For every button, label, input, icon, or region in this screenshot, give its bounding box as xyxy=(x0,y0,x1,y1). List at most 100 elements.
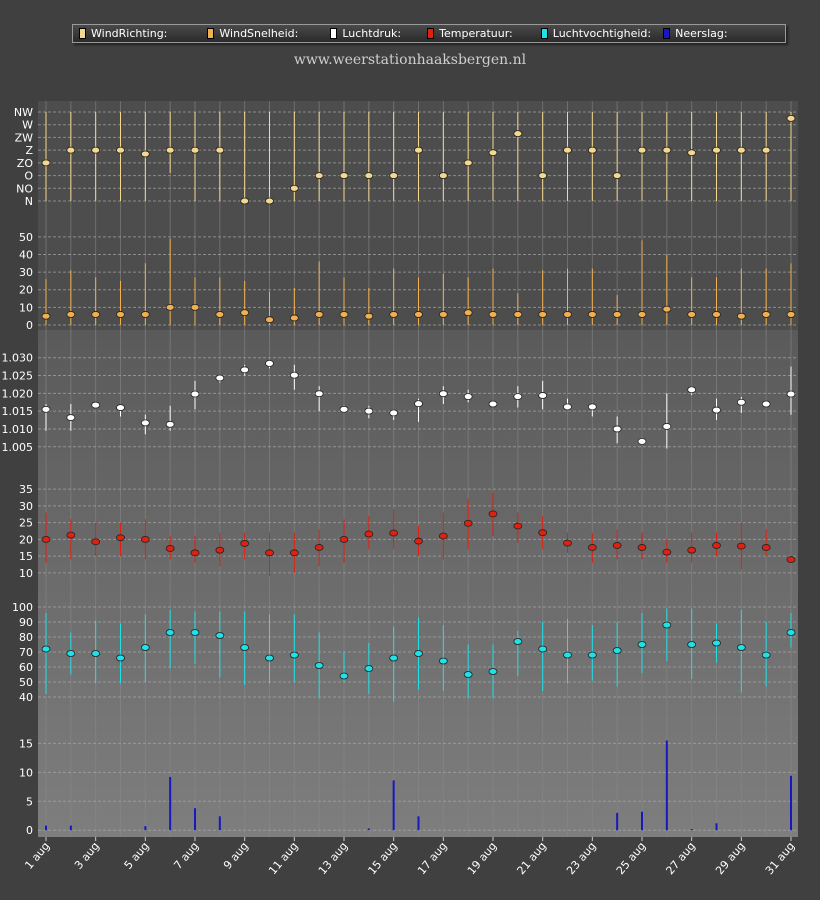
windrichting-point xyxy=(736,146,746,154)
luchtvochtigheid-point xyxy=(240,644,250,651)
neerslag-bar xyxy=(169,776,172,831)
y-tick-label: NO xyxy=(16,182,33,195)
windsnelheid-point xyxy=(712,311,721,318)
y-tick-label: 15 xyxy=(19,737,33,750)
windrichting-point xyxy=(339,172,349,179)
luchtdruk-point xyxy=(662,423,672,430)
luchtvochtigheid-point xyxy=(414,650,423,657)
luchtdruk-point xyxy=(265,359,274,367)
windsnelheid-point xyxy=(587,311,597,318)
luchtdruk-point xyxy=(488,400,498,408)
luchtdruk-point xyxy=(786,390,796,398)
y-tick-label: 1.020 xyxy=(2,387,34,400)
windsnelheid-point xyxy=(488,311,498,318)
windsnelheid-point xyxy=(513,311,523,318)
luchtdruk-point xyxy=(389,409,399,417)
temperatuur-point xyxy=(563,539,572,547)
windsnelheid-point xyxy=(736,312,746,320)
windrichting-point xyxy=(414,146,423,154)
luchtdruk-point xyxy=(215,374,225,382)
x-tick-label: 3 aug xyxy=(72,840,102,872)
x-tick-label: 19 aug xyxy=(465,840,500,878)
windsnelheid-point xyxy=(140,311,150,318)
temperatuur-point xyxy=(289,549,299,557)
windsnelheid-point xyxy=(165,303,175,311)
luchtdruk-point xyxy=(612,425,622,433)
luchtvochtigheid-point xyxy=(687,641,697,648)
neerslag-bar xyxy=(417,816,420,831)
luchtdruk-point xyxy=(190,390,200,398)
x-tick-label: 11 aug xyxy=(266,840,301,878)
windrichting-point xyxy=(364,172,374,179)
temperatuur-point xyxy=(538,529,548,537)
windsnelheid-point xyxy=(612,311,622,318)
windrichting-point xyxy=(712,146,721,154)
luchtdruk-point xyxy=(66,414,76,421)
y-tick-label: 60 xyxy=(19,661,33,674)
temperatuur-point xyxy=(761,544,771,551)
windrichting-point xyxy=(41,159,51,167)
windrichting-point xyxy=(314,172,324,179)
y-tick-label: 50 xyxy=(19,676,33,689)
luchtvochtigheid-point xyxy=(140,644,150,651)
temperatuur-point xyxy=(314,544,324,551)
luchtvochtigheid-point xyxy=(339,672,349,680)
neerslag-bar xyxy=(665,740,668,831)
windrichting-point xyxy=(637,146,647,154)
temperatuur-point xyxy=(612,542,622,549)
luchtvochtigheid-point xyxy=(165,629,175,636)
y-tick-label: W xyxy=(22,119,33,132)
windsnelheid-point xyxy=(289,314,299,322)
y-tick-label: NW xyxy=(14,106,33,119)
temperatuur-point xyxy=(687,546,697,554)
windsnelheid-point xyxy=(761,311,771,318)
windsnelheid-point xyxy=(240,309,250,317)
windsnelheid-point xyxy=(463,309,473,317)
temperatuur-point xyxy=(736,542,746,550)
windsnelheid-point xyxy=(438,311,448,318)
luchtdruk-point xyxy=(438,390,448,398)
x-tick-label: 1 aug xyxy=(22,840,52,872)
windsnelheid-point xyxy=(66,311,76,318)
temperatuur-point xyxy=(66,531,76,539)
windrichting-point xyxy=(488,149,498,157)
y-tick-label: 5 xyxy=(26,795,33,808)
luchtvochtigheid-point xyxy=(712,639,721,647)
windsnelheid-point xyxy=(190,303,200,311)
temperatuur-point xyxy=(786,556,796,563)
windrichting-point xyxy=(538,172,548,179)
y-tick-label: 20 xyxy=(19,284,33,297)
y-tick-label: 35 xyxy=(19,483,33,496)
windrichting-point xyxy=(289,184,299,192)
luchtdruk-point xyxy=(116,404,125,411)
temperatuur-point xyxy=(712,542,721,549)
neerslag-bar xyxy=(69,825,72,831)
y-tick-label: 90 xyxy=(19,616,33,629)
x-tick-label: 25 aug xyxy=(614,840,649,878)
neerslag-bar xyxy=(367,828,370,831)
y-tick-label: O xyxy=(24,170,33,183)
luchtvochtigheid-point xyxy=(190,629,200,636)
windrichting-point xyxy=(687,149,697,157)
windrichting-point xyxy=(438,172,448,179)
luchtdruk-point xyxy=(165,420,175,428)
windsnelheid-point xyxy=(563,311,572,318)
y-tick-label: 30 xyxy=(19,266,33,279)
luchtvochtigheid-point xyxy=(538,645,548,653)
windrichting-point xyxy=(463,159,473,167)
windsnelheid-point xyxy=(41,312,51,320)
x-tick-label: 17 aug xyxy=(415,840,450,878)
luchtdruk-point xyxy=(513,393,523,400)
y-tick-label: 70 xyxy=(19,646,33,659)
luchtvochtigheid-point xyxy=(91,650,101,657)
luchtvochtigheid-point xyxy=(116,654,125,662)
y-tick-label: ZO xyxy=(17,157,34,170)
neerslag-bar xyxy=(790,775,792,831)
y-tick-label: 1.005 xyxy=(2,441,34,454)
x-tick-label: 29 aug xyxy=(713,840,748,878)
luchtdruk-point xyxy=(91,401,101,409)
windrichting-point xyxy=(662,146,672,154)
x-tick-label: 23 aug xyxy=(564,840,599,878)
x-tick-label: 7 aug xyxy=(171,840,201,872)
windsnelheid-point xyxy=(339,311,349,318)
